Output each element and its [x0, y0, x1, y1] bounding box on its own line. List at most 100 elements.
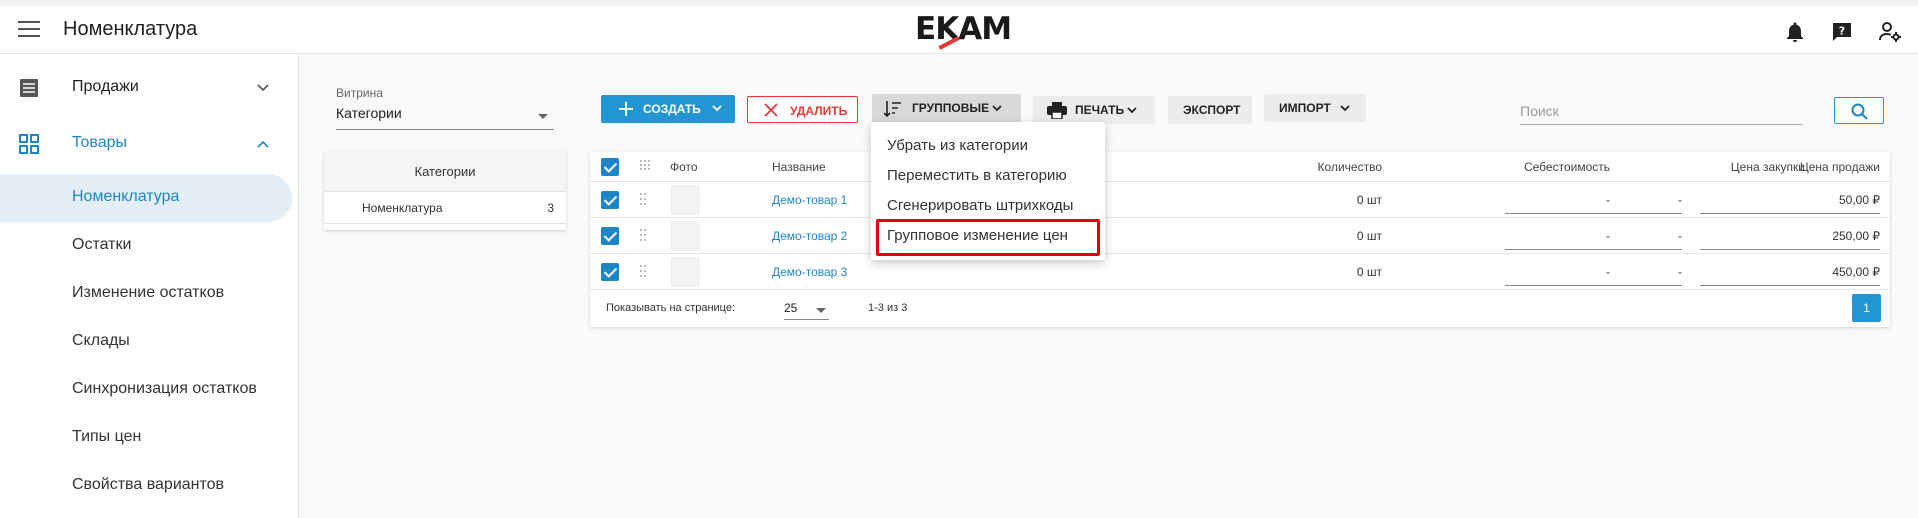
sidebar-group-label: Продажи	[72, 78, 139, 95]
import-button[interactable]: ИМПОРТ	[1264, 94, 1366, 122]
drag-handle-icon[interactable]	[640, 193, 652, 207]
export-button[interactable]: ЭКСПОРТ	[1168, 96, 1252, 124]
sidebar-item-label: Типы цен	[72, 428, 142, 445]
sort-icon	[884, 101, 901, 117]
menu-item-label: Переместить в категорию	[887, 167, 1067, 184]
chevron-down-icon	[1340, 105, 1350, 112]
menu-item-label: Сгенерировать штрихкоды	[887, 197, 1074, 214]
quantity-cell: 0 шт	[1356, 265, 1382, 279]
list-icon	[20, 79, 38, 97]
column-name[interactable]: Название	[772, 160, 826, 174]
export-label: ЭКСПОРТ	[1183, 103, 1241, 117]
pagination-range: 1-3 из 3	[868, 302, 908, 314]
per-page-value: 25	[784, 301, 798, 315]
purchase-price-value: -	[1678, 229, 1682, 243]
sidebar-item-stock-changes[interactable]: Изменение остатков	[0, 270, 292, 318]
purchase-price-input[interactable]: -	[1505, 258, 1682, 286]
sidebar-item-label: Синхронизация остатков	[72, 380, 257, 397]
sale-price-value: 250,00 ₽	[1832, 229, 1880, 243]
quantity-cell: 0 шт	[1356, 229, 1382, 243]
sidebar-item-warehouses[interactable]: Склады	[0, 318, 292, 366]
sidebar-item-stock-sync[interactable]: Синхронизация остатков	[0, 366, 292, 414]
product-name-link[interactable]: Демо-товар 3	[772, 265, 847, 279]
products-table: Фото Название Количество Себестоимость Ц…	[590, 152, 1890, 327]
bell-icon[interactable]	[1783, 20, 1807, 44]
row-checkbox[interactable]	[601, 191, 619, 209]
product-photo	[670, 185, 700, 215]
sidebar-group-products[interactable]: Товары	[0, 120, 299, 168]
drag-handle-icon	[640, 160, 652, 174]
category-name: Номенклатура	[362, 201, 443, 215]
sale-price-input[interactable]: 50,00 ₽	[1700, 186, 1880, 214]
drag-handle-icon[interactable]	[640, 265, 652, 279]
menu-item-label: Групповое изменение цен	[887, 227, 1068, 244]
page-button[interactable]: 1	[1852, 294, 1881, 322]
ekam-logo[interactable]: EKAM	[915, 11, 1012, 47]
delete-label: УДАЛИТЬ	[790, 104, 848, 118]
dropdown-arrow-icon	[538, 114, 548, 119]
product-name-link[interactable]: Демо-товар 1	[772, 193, 847, 207]
sidebar-item-price-types[interactable]: Типы цен	[0, 414, 292, 462]
search-icon	[1851, 103, 1868, 120]
menu-item-move-to-category[interactable]: Переместить в категорию	[871, 160, 1105, 190]
sidebar-item-label: Свойства вариантов	[72, 476, 225, 493]
group-label: ГРУППОВЫЕ	[912, 101, 990, 115]
column-cost[interactable]: Себестоимость	[1410, 160, 1610, 174]
sidebar-item-nomenclature[interactable]: Номенклатура	[0, 174, 292, 222]
table-footer: Показывать на странице: 25 1-3 из 3 1	[590, 290, 1890, 327]
sidebar-item-stock[interactable]: Остатки	[0, 222, 292, 270]
group-actions-button[interactable]: ГРУППОВЫЕ	[872, 94, 1021, 123]
table-header: Фото Название Количество Себестоимость Ц…	[590, 152, 1890, 182]
column-quantity[interactable]: Количество	[1202, 160, 1382, 174]
category-row[interactable]: Номенклатура 3	[324, 192, 566, 224]
purchase-price-input[interactable]: -	[1505, 186, 1682, 214]
page-title: Номенклатура	[63, 18, 198, 40]
sale-price-input[interactable]: 250,00 ₽	[1700, 222, 1880, 250]
per-page-label: Показывать на странице:	[606, 302, 736, 314]
drag-handle-icon[interactable]	[640, 229, 652, 243]
category-count: 3	[547, 201, 554, 215]
quantity-cell: 0 шт	[1356, 193, 1382, 207]
row-checkbox[interactable]	[601, 227, 619, 245]
sidebar-item-label: Номенклатура	[72, 188, 180, 205]
search-button[interactable]	[1834, 97, 1884, 124]
plus-icon	[619, 102, 633, 116]
sale-price-input[interactable]: 450,00 ₽	[1700, 258, 1880, 286]
menu-icon[interactable]	[18, 21, 40, 37]
delete-button[interactable]: УДАЛИТЬ	[747, 96, 858, 123]
search-input[interactable]: Поиск	[1520, 98, 1803, 125]
purchase-price-input[interactable]: -	[1505, 222, 1682, 250]
purchase-price-value: -	[1678, 265, 1682, 279]
categories-panel: Категории Номенклатура 3	[324, 152, 566, 230]
sidebar-item-variant-properties[interactable]: Свойства вариантов	[0, 462, 292, 510]
per-page-select[interactable]: 25	[784, 296, 829, 320]
sidebar-item-label: Остатки	[72, 236, 132, 253]
table-row[interactable]: Демо-товар 2 0 шт - - 250,00 ₽	[590, 218, 1890, 254]
vitrina-select[interactable]: Категории	[336, 102, 554, 130]
user-settings-icon[interactable]	[1878, 20, 1902, 44]
menu-item-generate-barcodes[interactable]: Сгенерировать штрихкоды	[871, 190, 1105, 220]
select-all-checkbox[interactable]	[601, 158, 619, 176]
column-sale-price[interactable]: Цена продажи	[1680, 160, 1880, 174]
chevron-down-icon	[992, 105, 1002, 112]
product-photo	[670, 221, 700, 251]
print-button[interactable]: ПЕЧАТЬ	[1033, 96, 1155, 124]
group-actions-menu: Убрать из категории Переместить в катего…	[871, 122, 1105, 260]
svg-text:?: ?	[1839, 25, 1845, 38]
row-checkbox[interactable]	[601, 263, 619, 281]
vitrina-value: Категории	[336, 105, 402, 121]
printer-icon	[1047, 102, 1067, 119]
purchase-price-value: -	[1678, 193, 1682, 207]
menu-item-remove-from-category[interactable]: Убрать из категории	[871, 130, 1105, 160]
vitrina-label: Витрина	[336, 86, 383, 100]
chevron-down-icon	[712, 105, 722, 112]
create-button[interactable]: СОЗДАТЬ	[601, 95, 735, 123]
chat-question-icon[interactable]: ?	[1830, 20, 1854, 44]
product-name-link[interactable]: Демо-товар 2	[772, 229, 847, 243]
table-row[interactable]: Демо-товар 1 0 шт - - 50,00 ₽	[590, 182, 1890, 218]
chevron-down-icon	[257, 84, 269, 92]
menu-item-group-price-change[interactable]: Групповое изменение цен	[871, 220, 1105, 250]
table-row[interactable]: Демо-товар 3 0 шт - - 450,00 ₽	[590, 254, 1890, 290]
sidebar-group-sales[interactable]: Продажи	[0, 64, 299, 112]
grid-icon	[19, 134, 39, 154]
